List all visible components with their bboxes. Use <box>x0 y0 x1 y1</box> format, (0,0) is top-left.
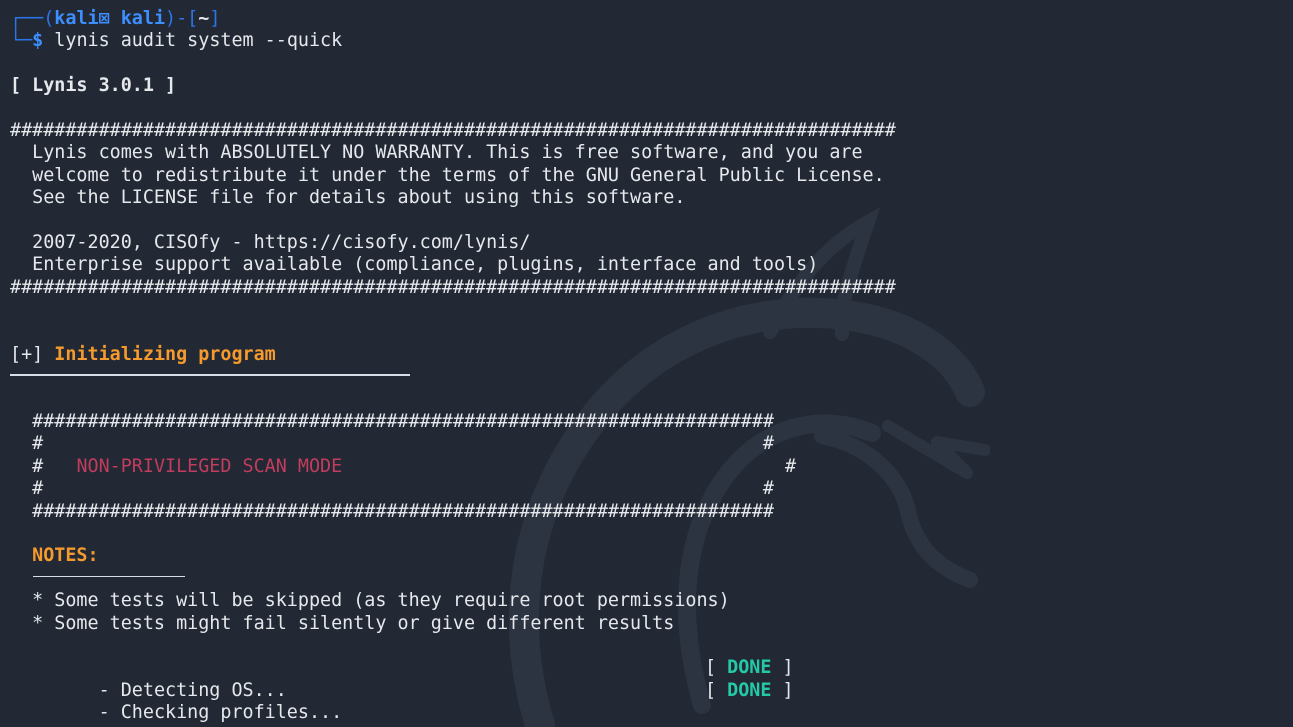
status-open-bracket: [ <box>705 657 728 679</box>
notes-label: NOTES: <box>10 545 99 567</box>
done-status-badge: DONE <box>727 679 772 701</box>
section-underline <box>10 374 410 376</box>
license-line-5: 2007-2020, CISOfy - https://cisofy.com/l… <box>10 231 531 253</box>
mode-box-middle: # NON-PRIVILEGED SCAN MODE # <box>10 456 1280 478</box>
notes-underline-line <box>10 568 1280 590</box>
license-border-bottom: ########################################… <box>10 276 896 298</box>
section-heading: [+] Initializing program <box>10 344 1280 366</box>
section-underline-line <box>10 366 1280 388</box>
check-status-checking-profiles: [ DONE ] <box>705 680 794 702</box>
section-title: Initializing program <box>54 343 276 365</box>
terminal-output: ┌──(kali⊠ kali)-[~] └─$ lynis audit syst… <box>10 8 1280 723</box>
notes-underline <box>33 575 185 578</box>
check-label-checking-profiles: - Checking profiles... <box>76 702 343 724</box>
status-open-bracket: [ <box>705 679 728 701</box>
prompt-dollar: $ <box>32 30 44 52</box>
prompt-path: ~ <box>198 8 210 29</box>
mode-box-prefix: # <box>10 455 77 477</box>
license-line-4 <box>10 210 1280 232</box>
license-line-2: welcome to redistribute it under the ter… <box>10 164 885 186</box>
done-status-badge: DONE <box>727 657 772 679</box>
status-close-bracket: ] <box>771 657 794 679</box>
prompt-frame-top: ┌──( <box>10 8 55 29</box>
license-line-1: Lynis comes with ABSOLUTELY NO WARRANTY.… <box>10 142 863 164</box>
prompt-line-command[interactable]: └─$ lynis audit system --quick <box>10 30 1280 52</box>
note-line-1: * Some tests will be skipped (as they re… <box>10 590 730 612</box>
prompt-user-host: kali⊠ kali <box>54 8 166 29</box>
mode-box-top: ########################################… <box>10 411 774 433</box>
lynis-version-banner: [ Lynis 3.0.1 ] <box>10 75 177 97</box>
prompt-path-close: ] <box>209 8 221 29</box>
non-privileged-scan-mode-label: NON-PRIVILEGED SCAN MODE <box>76 455 343 477</box>
mode-box-bottom: ########################################… <box>10 500 774 522</box>
check-row-checking-profiles: - Checking profiles... [ DONE ] <box>10 680 1280 723</box>
license-line-6: Enterprise support available (compliance… <box>10 254 819 276</box>
section-prefix: [+] <box>10 343 55 365</box>
prompt-line-top: ┌──(kali⊠ kali)-[~] <box>10 8 1280 30</box>
mode-box-empty-2: # # <box>10 478 774 500</box>
mode-box-empty-1: # # <box>10 433 774 455</box>
status-close-bracket: ] <box>771 679 794 701</box>
license-line-3: See the LICENSE file for details about u… <box>10 187 686 209</box>
prompt-path-open: )-[ <box>165 8 199 29</box>
command-text[interactable]: lynis audit system --quick <box>43 30 342 51</box>
terminal-window[interactable]: ┌──(kali⊠ kali)-[~] └─$ lynis audit syst… <box>0 0 1293 727</box>
mode-box-suffix: # <box>342 455 797 477</box>
check-row-detecting-os: - Detecting OS... [ DONE ] <box>10 657 1280 700</box>
license-border-top: ########################################… <box>10 119 896 141</box>
prompt-frame-bottom: └─ <box>10 30 33 52</box>
check-status-detecting-os: [ DONE ] <box>705 657 794 679</box>
note-line-2: * Some tests might fail silently or give… <box>10 612 675 634</box>
